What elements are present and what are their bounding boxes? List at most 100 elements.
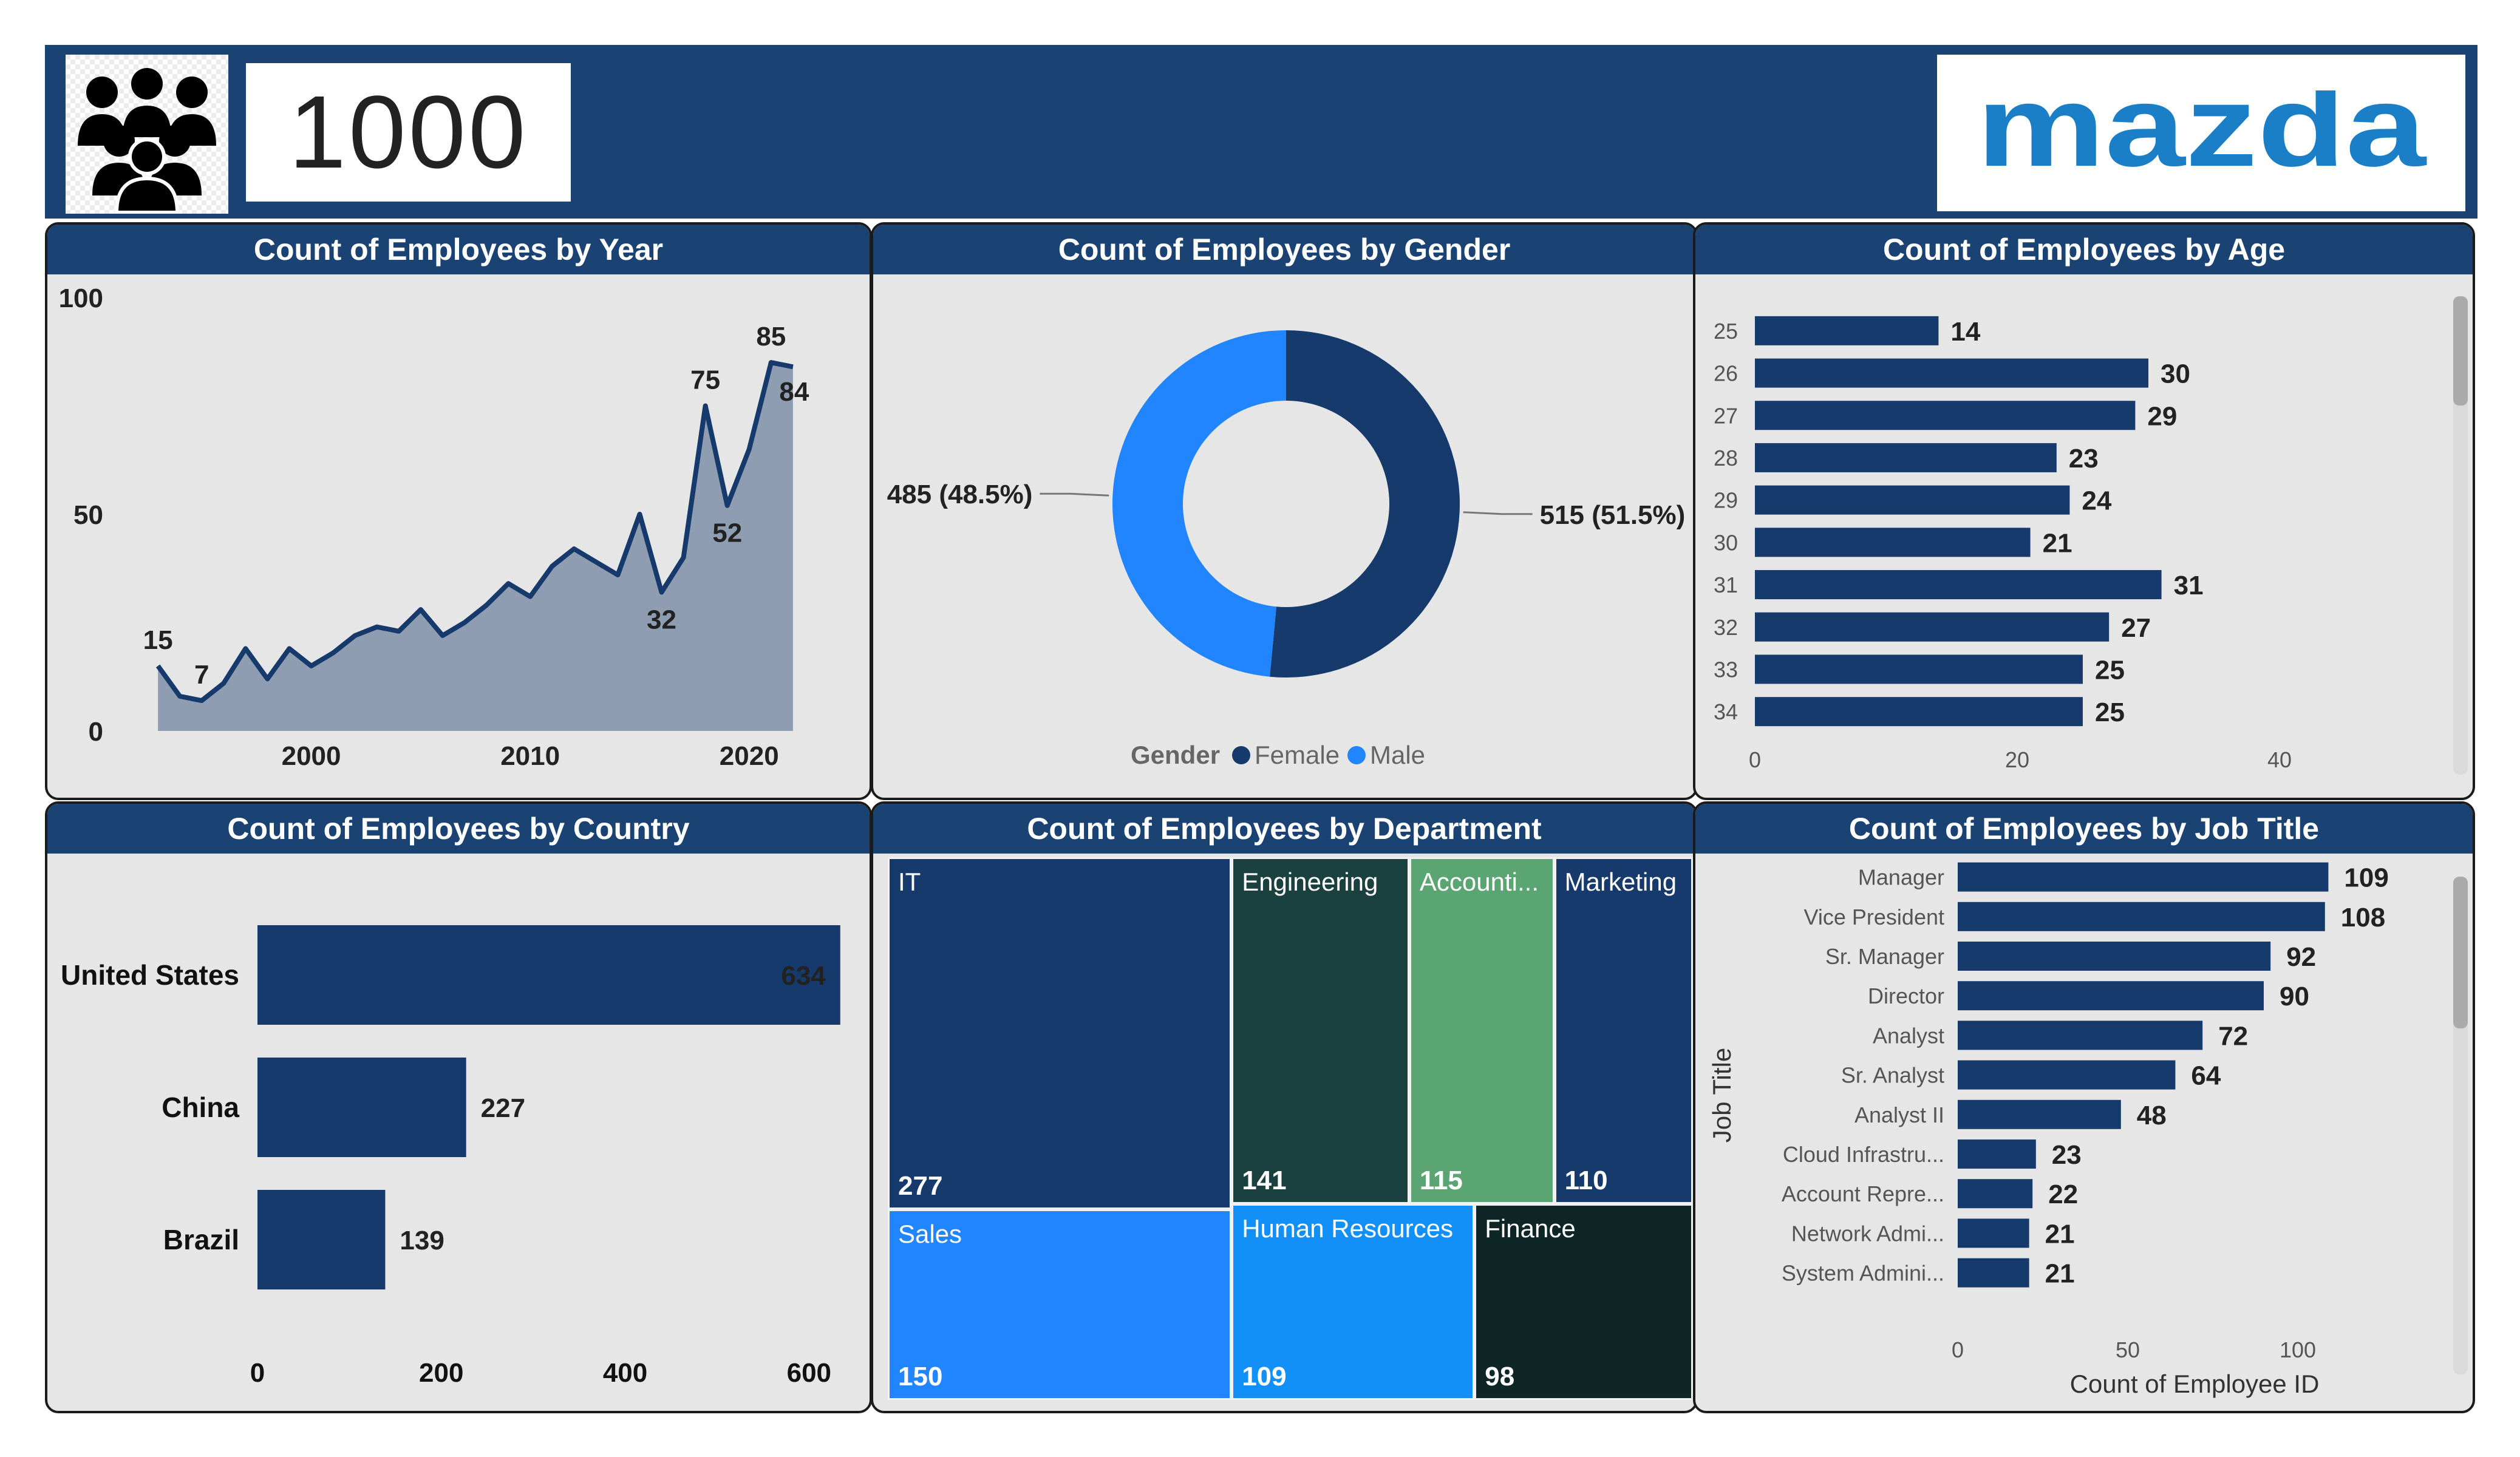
total-employees-kpi: 1000 [246,63,571,202]
scrollbar-thumb[interactable] [2453,877,2468,1028]
job-title-bar[interactable] [1958,1139,2036,1169]
job-title-bar[interactable] [1958,1179,2033,1209]
age-bar[interactable] [1755,485,2070,515]
job-title-bar[interactable] [1958,1258,2029,1288]
panel-department: Count of Employees by Department IT 277 Sa… [871,801,1698,1413]
category-label: Vice President [1804,905,1944,929]
treemap-cell-human-resources[interactable]: Human Resources 109 [1231,1204,1475,1400]
data-label: 84 [779,377,809,407]
country-bar[interactable] [257,925,840,1025]
donut-slice-male[interactable] [1112,330,1286,677]
slice-label: 485 (48.5%) [887,480,1033,509]
panel-title: Count of Employees by Department [873,804,1695,854]
x-tick-label: 50 [2116,1337,2140,1362]
y-tick-label: 0 [89,717,103,747]
age-bar[interactable] [1755,358,2148,388]
treemap-cell-marketing[interactable]: Marketing 110 [1554,857,1693,1204]
job-title-bar[interactable] [1958,942,2271,971]
job-title-bar-chart: Manager 109 Vice President 108 Sr. Manager 92… [1708,862,2468,1398]
y-tick-label: 50 [73,500,103,530]
category-label: 30 [1714,530,1738,555]
data-label: 634 [781,961,826,991]
category-label: Analyst II [1854,1102,1944,1127]
x-tick-label: 0 [1952,1337,1964,1362]
treemap-value: 277 [898,1170,943,1201]
x-tick-label: 20 [2005,747,2029,772]
leader-line [1463,511,1533,515]
age-bar[interactable] [1755,570,2162,600]
data-label: 25 [2095,698,2125,727]
job-title-bar[interactable] [1958,1099,2121,1129]
treemap-cell-finance[interactable]: Finance 98 [1474,1204,1693,1400]
data-label: 24 [2082,486,2111,516]
data-label: 90 [2280,982,2309,1011]
x-tick-label: 40 [2267,747,2292,772]
job-title-bar[interactable] [1958,902,2325,931]
x-tick-label: 600 [787,1358,831,1388]
age-bar[interactable] [1755,612,2110,642]
mazda-logo: mazda [1937,55,2465,211]
category-label: United States [61,959,239,991]
treemap-cell-accounting[interactable]: Accounti... 115 [1409,857,1555,1204]
category-label: China [162,1092,239,1123]
age-bar[interactable] [1755,443,2057,472]
x-tick-label: 400 [603,1358,647,1388]
category-label: 27 [1714,403,1738,428]
treemap-cell-engineering[interactable]: Engineering 141 [1231,857,1409,1204]
year-area-chart: 0 50 100 2000 2010 2020 15 7 32 75 52 85 84 [59,284,809,771]
category-label: Director [1868,983,1944,1008]
data-label: 109 [2344,863,2388,893]
scrollbar-thumb[interactable] [2453,296,2468,406]
x-tick-label: 2020 [720,741,779,771]
data-label: 32 [647,605,676,635]
data-label: 64 [2191,1061,2221,1091]
job-title-bar[interactable] [1958,1218,2029,1248]
treemap-cell-it[interactable]: IT 277 [888,857,1232,1209]
svg-text:mazda: mazda [1977,90,2427,175]
category-label: Analyst [1873,1023,1944,1048]
treemap-value: 115 [1419,1166,1463,1196]
category-label: 34 [1714,699,1738,724]
job-title-bar[interactable] [1958,1021,2203,1050]
legend-label: Female [1255,741,1340,769]
treemap-label: IT [898,868,921,896]
data-label: 29 [2147,401,2177,431]
country-bar[interactable] [257,1058,466,1157]
data-label: 23 [2069,444,2099,474]
treemap-label: Human Resources [1242,1214,1453,1243]
country-bar[interactable] [257,1190,386,1289]
job-title-bar[interactable] [1958,862,2329,892]
y-tick-label: 100 [59,284,103,313]
x-tick-label: 0 [250,1358,265,1388]
job-title-bar[interactable] [1958,1060,2176,1090]
category-label: 28 [1714,446,1738,470]
treemap-label: Marketing [1564,868,1677,896]
age-bar[interactable] [1755,528,2031,557]
x-tick-label: 2000 [282,741,341,771]
data-label: 85 [756,322,786,352]
panel-age: Count of Employees by Age 25 14 26 30 27 29 28… [1693,222,2475,800]
data-label: 7 [194,660,209,690]
age-bar[interactable] [1755,697,2083,727]
category-label: 31 [1714,572,1738,597]
age-bar[interactable] [1755,401,2136,430]
category-label: Sr. Analyst [1841,1063,1944,1088]
job-title-bar[interactable] [1958,981,2264,1011]
treemap-cell-sales[interactable]: Sales 150 [888,1209,1232,1400]
age-bar[interactable] [1755,654,2083,684]
category-label: Brazil [163,1224,239,1255]
data-label: 21 [2045,1259,2075,1289]
data-label: 22 [2048,1180,2078,1209]
data-label: 27 [2121,613,2151,643]
category-label: Account Repre... [1782,1181,1944,1206]
donut-slice-female[interactable] [1270,330,1460,678]
data-label: 25 [2095,655,2125,685]
age-bar[interactable] [1755,316,1939,345]
category-label: System Admini... [1782,1261,1944,1286]
data-label: 14 [1950,317,1980,347]
legend-marker [1232,746,1250,764]
gender-donut-chart: 515 (51.5%) 485 (48.5%) Gender Female Male [887,330,1685,769]
treemap-value: 150 [898,1361,943,1391]
data-label: 21 [2045,1219,2075,1249]
category-label: 32 [1714,615,1738,640]
